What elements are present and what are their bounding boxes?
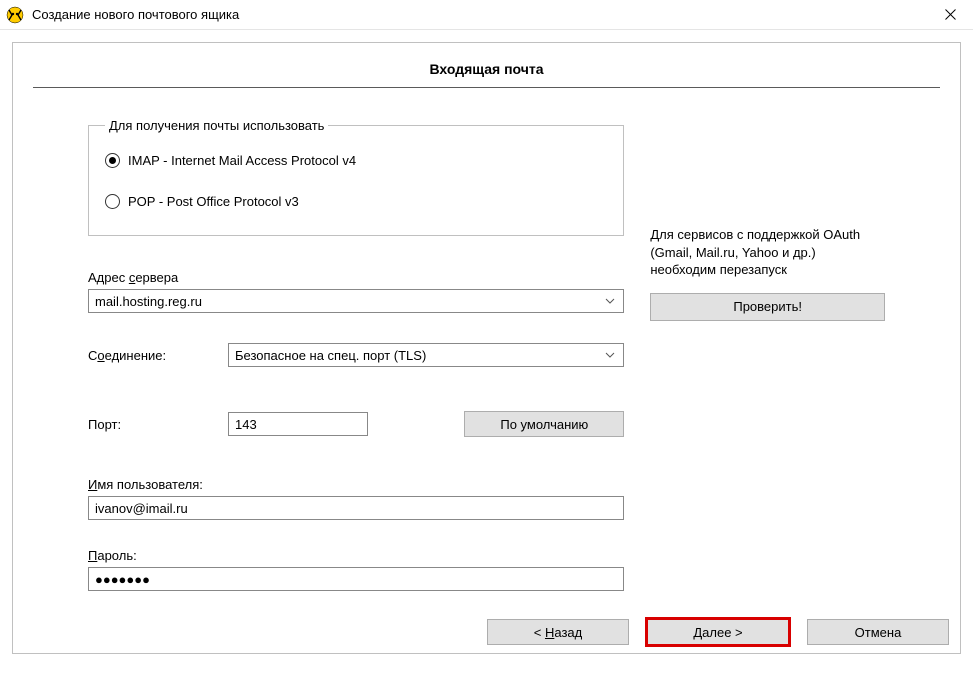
oauth-note: Для сервисов с поддержкой OAuth (Gmail, …	[650, 226, 885, 279]
wizard-panel: Входящая почта Для получения почты испол…	[12, 42, 961, 654]
radio-icon	[105, 153, 120, 168]
protocol-legend: Для получения почты использовать	[105, 118, 328, 133]
radio-imap[interactable]: IMAP - Internet Mail Access Protocol v4	[105, 153, 607, 168]
content-area: Входящая почта Для получения почты испол…	[0, 30, 973, 653]
protocol-fieldset: Для получения почты использовать IMAP - …	[88, 118, 624, 236]
username-input[interactable]	[88, 496, 624, 520]
server-label: Адрес сервера	[88, 270, 624, 285]
password-label: Пароль:	[88, 548, 624, 563]
heading-rule	[33, 87, 940, 88]
cancel-button[interactable]: Отмена	[807, 619, 949, 645]
radio-pop-label: POP - Post Office Protocol v3	[128, 194, 299, 209]
window-title: Создание нового почтового ящика	[32, 7, 929, 22]
close-button[interactable]	[929, 1, 971, 29]
right-column: Для сервисов с поддержкой OAuth (Gmail, …	[650, 118, 885, 591]
server-input[interactable]	[88, 289, 624, 313]
radio-icon	[105, 194, 120, 209]
next-button[interactable]: Далее >	[647, 619, 789, 645]
radio-pop[interactable]: POP - Post Office Protocol v3	[105, 194, 607, 209]
check-button[interactable]: Проверить!	[650, 293, 885, 321]
page-heading: Входящая почта	[33, 61, 940, 87]
app-icon	[6, 6, 24, 24]
close-icon	[945, 9, 956, 20]
password-input[interactable]	[88, 567, 624, 591]
port-label: Порт:	[88, 417, 228, 432]
titlebar: Создание нового почтового ящика	[0, 0, 973, 30]
wizard-footer: < Назад Далее > Отмена	[0, 611, 973, 653]
connection-label: Соединение:	[88, 348, 228, 363]
port-input[interactable]	[228, 412, 368, 436]
back-button[interactable]: < Назад	[487, 619, 629, 645]
left-column: Для получения почты использовать IMAP - …	[88, 118, 624, 591]
radio-imap-label: IMAP - Internet Mail Access Protocol v4	[128, 153, 356, 168]
connection-select[interactable]: Безопасное на спец. порт (TLS)	[228, 343, 624, 367]
username-label: Имя пользователя:	[88, 477, 624, 492]
port-default-button[interactable]: По умолчанию	[464, 411, 624, 437]
